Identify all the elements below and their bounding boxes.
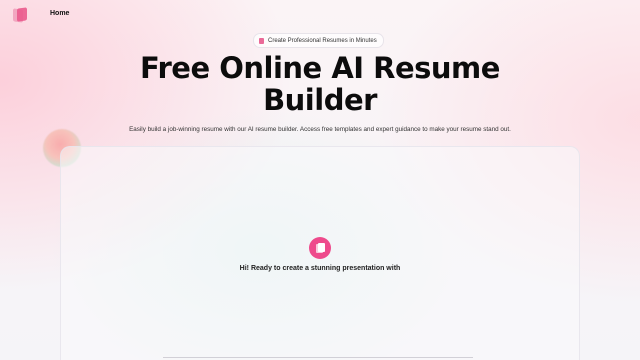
chat-greeting: Hi! Ready to create a stunning presentat… [239,265,401,272]
hero-badge: Create Professional Resumes in Minutes [253,33,384,48]
hero-badge-text: Create Professional Resumes in Minutes [268,37,377,44]
document-stack-icon [315,242,325,254]
nav-home-link[interactable]: Home [50,10,69,17]
page-title: Free Online AI Resume Builder [100,52,540,116]
page-title-line1: Free Online AI Resume [140,51,500,85]
page-title-line2: Builder [263,83,377,117]
logo-icon[interactable] [13,7,29,23]
document-icon [259,37,264,44]
chat-input-edge[interactable] [163,357,473,358]
page-subtitle: Easily build a job-winning resume with o… [129,126,511,133]
top-nav: Home [0,0,640,30]
logo-sheet-front [17,7,27,22]
assistant-logo-icon [309,237,331,259]
